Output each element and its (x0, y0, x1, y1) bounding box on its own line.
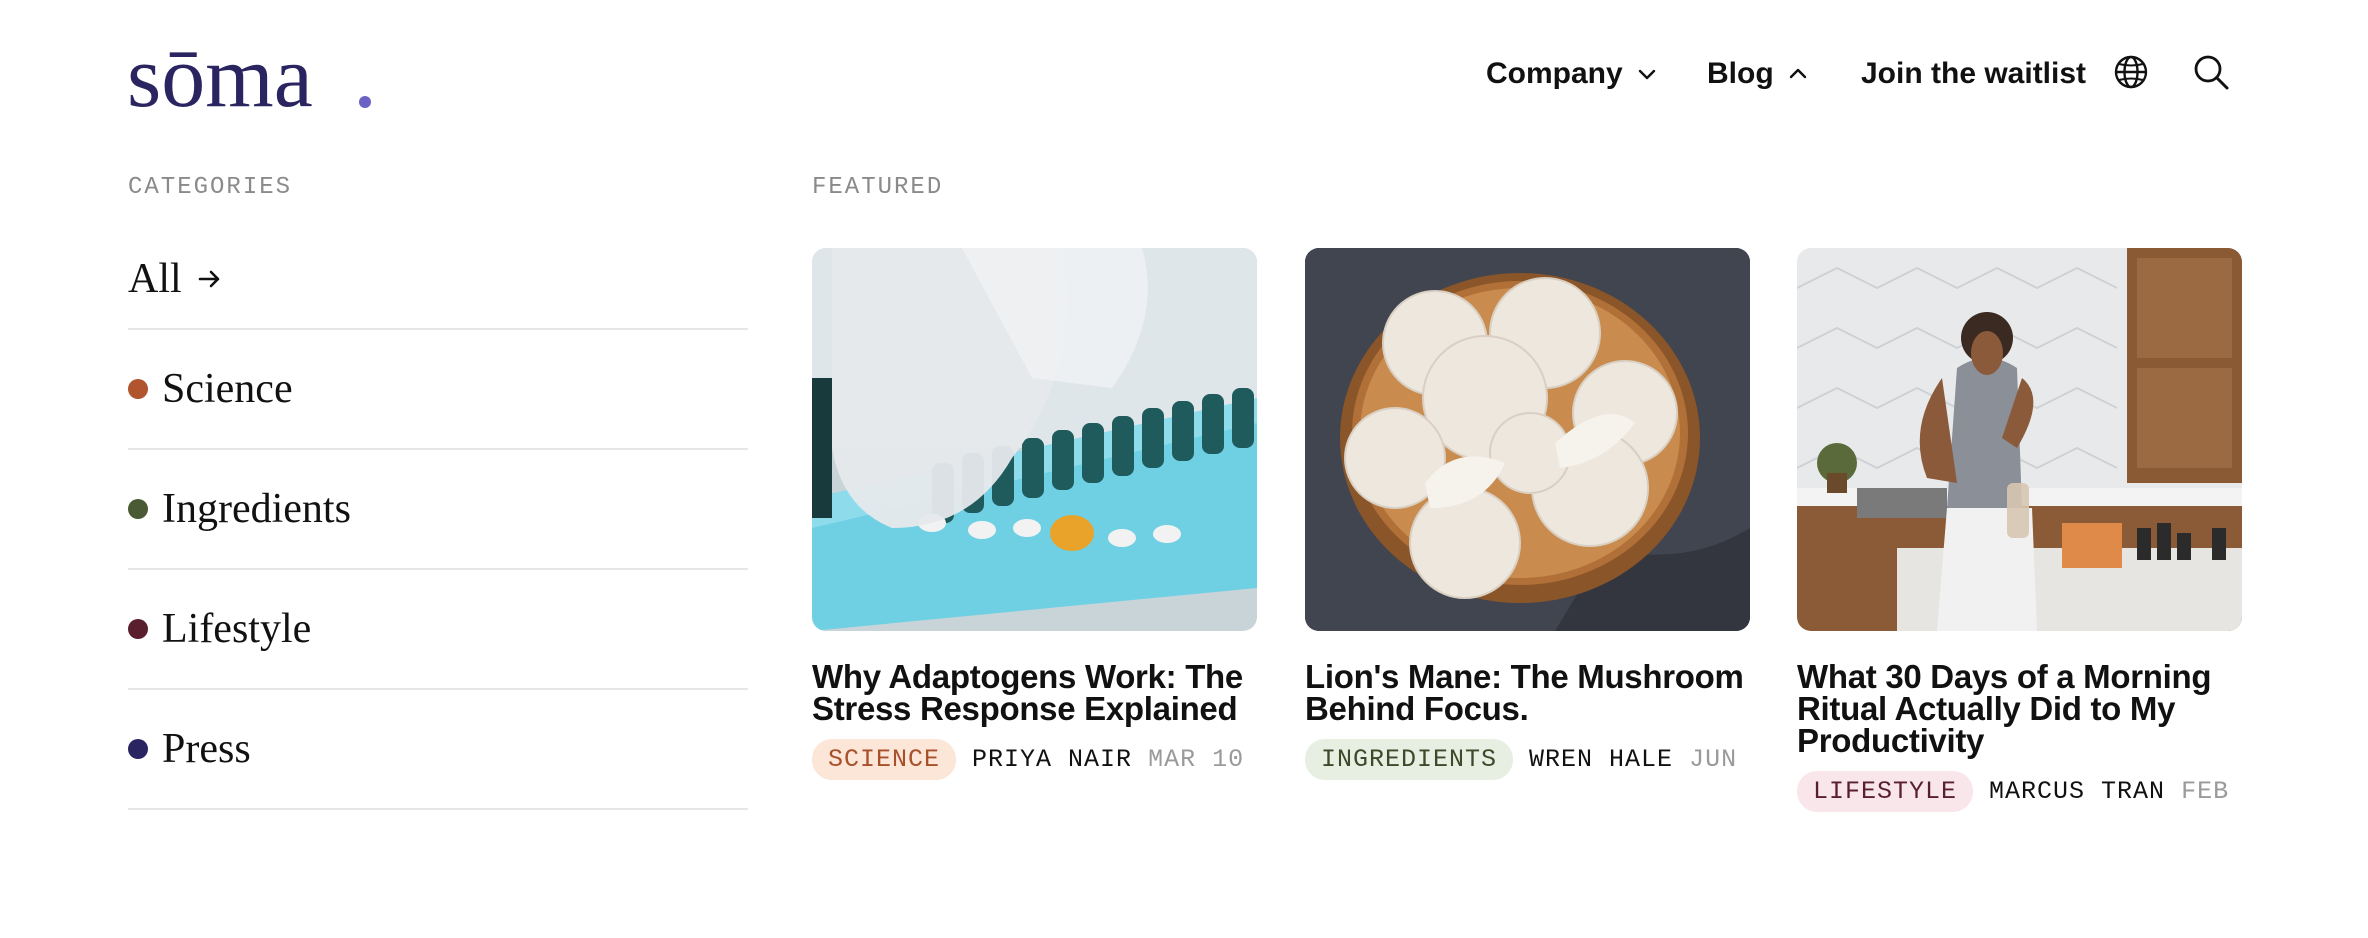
category-tag[interactable]: LIFESTYLE (1797, 771, 1974, 812)
card-image-mushrooms (1305, 248, 1750, 631)
card-title[interactable]: What 30 Days of a Morning Ritual Actuall… (1797, 660, 2242, 757)
category-dot (128, 379, 148, 399)
categories-heading: CATEGORIES (128, 174, 293, 201)
nav-blog[interactable]: Blog (1707, 50, 1808, 98)
top-navigation: Company Blog Join the waitlist (0, 50, 2368, 98)
featured-card[interactable]: What 30 Days of a Morning Ritual Actuall… (1797, 248, 2242, 812)
language-button[interactable] (2111, 52, 2151, 92)
card-title[interactable]: Why Adaptogens Work: The Stress Response… (812, 660, 1257, 725)
category-all[interactable]: All (128, 230, 748, 330)
publish-date: FEB 10 (2181, 777, 2242, 806)
card-image-lab-vials (812, 248, 1257, 631)
category-lifestyle[interactable]: Lifestyle (128, 570, 748, 690)
arrow-right-icon (198, 270, 219, 288)
featured-heading: FEATURED (812, 174, 944, 201)
chevron-down-icon (1638, 69, 1655, 80)
category-dot (128, 619, 148, 639)
nav-company[interactable]: Company (1486, 50, 1657, 98)
category-press[interactable]: Press (128, 690, 748, 810)
nav-blog-label: Blog (1707, 57, 1774, 90)
category-science[interactable]: Science (128, 330, 748, 450)
globe-icon (2114, 55, 2148, 89)
card-title[interactable]: Lion's Mane: The Mushroom Behind Focus. (1305, 660, 1750, 725)
category-label: Press (162, 726, 251, 772)
search-button[interactable] (2191, 52, 2231, 92)
search-icon (2194, 55, 2229, 90)
card-image-kitchen (1797, 248, 2242, 631)
publish-date: MAR 10 (1148, 745, 1245, 774)
author-name: PRIYA NAIR (972, 745, 1133, 774)
publish-date: JUN 20 (1689, 745, 1750, 774)
category-label: Lifestyle (162, 606, 312, 652)
category-label: Ingredients (162, 486, 351, 532)
category-label: Science (162, 366, 293, 412)
category-dot (128, 739, 148, 759)
card-meta: LIFESTYLE MARCUS TRAN FEB 10 (1797, 771, 2242, 812)
category-ingredients[interactable]: Ingredients (128, 450, 748, 570)
category-tag[interactable]: INGREDIENTS (1305, 739, 1514, 780)
join-waitlist-link[interactable]: Join the waitlist (1861, 50, 2086, 98)
card-meta: INGREDIENTS WREN HALE JUN 20 (1305, 739, 1750, 780)
chevron-up-icon (1789, 68, 1806, 79)
author-name: MARCUS TRAN (1989, 777, 2166, 806)
category-dot (128, 499, 148, 519)
category-list: All Science Ingredients Lifestyle Press (128, 230, 748, 810)
featured-card[interactable]: Why Adaptogens Work: The Stress Response… (812, 248, 1257, 780)
nav-company-label: Company (1486, 57, 1623, 90)
join-waitlist-label: Join the waitlist (1861, 57, 2087, 90)
card-meta: SCIENCE PRIYA NAIR MAR 10 (812, 739, 1257, 780)
category-all-label: All (128, 256, 182, 302)
category-tag[interactable]: SCIENCE (812, 739, 957, 780)
featured-card[interactable]: Lion's Mane: The Mushroom Behind Focus. … (1305, 248, 1750, 780)
author-name: WREN HALE (1529, 745, 1674, 774)
